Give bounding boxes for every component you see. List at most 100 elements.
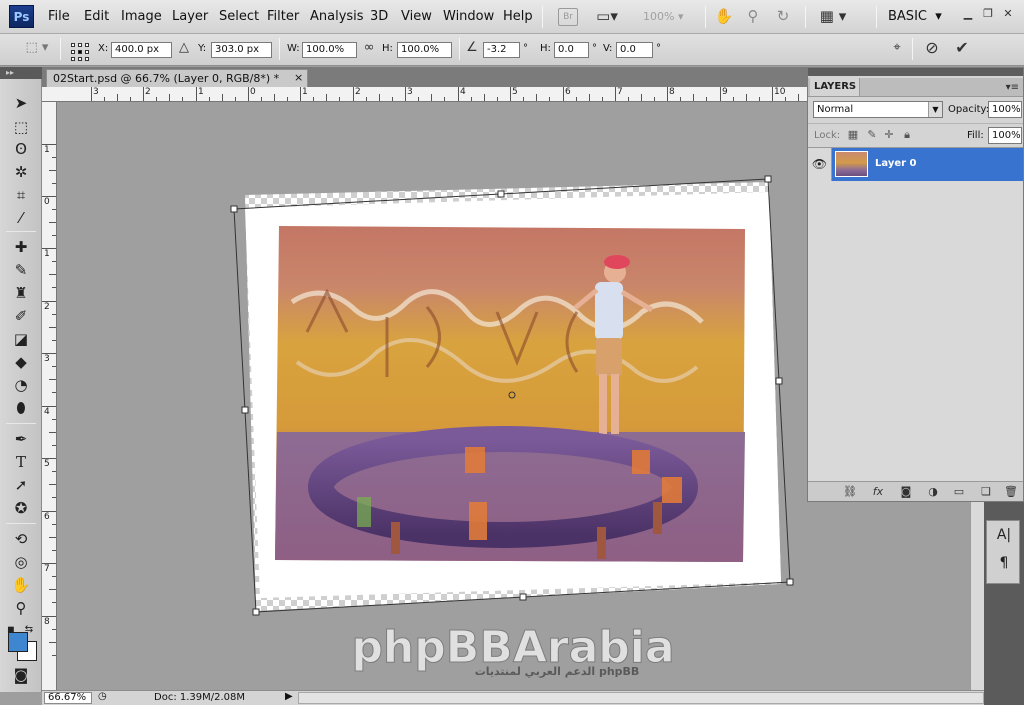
menu-select[interactable]: Select: [219, 9, 259, 24]
3d-rotate-tool-icon[interactable]: ⟲: [8, 529, 34, 549]
paragraph-icon[interactable]: ¶: [995, 555, 1013, 575]
x-field[interactable]: 400.0 px: [111, 42, 172, 58]
pen-tool-icon[interactable]: ✒: [8, 429, 34, 449]
horizontal-scrollbar[interactable]: [298, 692, 984, 704]
layers-tab[interactable]: LAYERS: [810, 78, 860, 96]
opacity-field[interactable]: 100%: [988, 101, 1022, 118]
blend-mode-select[interactable]: Normal ▼: [813, 101, 943, 118]
clone-stamp-tool-icon[interactable]: ♜: [8, 283, 34, 303]
hand-icon[interactable]: ✋: [713, 7, 735, 27]
menu-file[interactable]: File: [48, 9, 70, 24]
type-tool-icon[interactable]: T: [8, 452, 34, 472]
lasso-tool-icon[interactable]: ʘ: [8, 139, 34, 159]
y-field[interactable]: 303.0 px: [211, 42, 272, 58]
minimize-icon[interactable]: ▁: [960, 6, 976, 22]
cancel-transform-icon[interactable]: ⊘: [922, 38, 942, 57]
layer-thumbnail[interactable]: [835, 151, 868, 177]
warp-mode-icon[interactable]: ⌖: [888, 40, 906, 55]
restore-icon[interactable]: ❐: [980, 6, 996, 22]
lock-image-icon[interactable]: ✎: [865, 128, 879, 142]
adjustment-layer-icon[interactable]: ◑: [925, 485, 941, 499]
horizontal-ruler[interactable]: 3 2 1 0 1 2 3 4 5 6 7 8 9 10: [42, 87, 807, 102]
layer-name[interactable]: Layer 0: [875, 158, 916, 169]
menu-help[interactable]: Help: [503, 9, 533, 24]
menu-filter[interactable]: Filter: [267, 9, 299, 24]
rotation-field[interactable]: -3.2: [483, 42, 520, 58]
vertical-scrollbar[interactable]: [970, 502, 984, 690]
menu-analysis[interactable]: Analysis: [310, 9, 364, 24]
zoom-tool-icon[interactable]: ⚲: [8, 598, 34, 618]
hand-tool-icon[interactable]: ✋: [8, 575, 34, 595]
transform-handle-top-left[interactable]: [230, 205, 238, 213]
screen-mode-icon[interactable]: ▭▾: [593, 7, 621, 27]
visibility-eye-icon[interactable]: 👁︎: [808, 148, 832, 181]
character-icon[interactable]: A|: [995, 527, 1013, 547]
relative-position-icon[interactable]: △: [177, 40, 191, 55]
history-brush-tool-icon[interactable]: ✐: [8, 306, 34, 326]
status-menu-icon[interactable]: ◷: [98, 691, 107, 702]
menu-layer[interactable]: Layer: [172, 9, 208, 24]
lock-all-icon[interactable]: 🔒︎: [900, 128, 914, 142]
paint-bucket-tool-icon[interactable]: ◆: [8, 352, 34, 372]
vertical-skew-field[interactable]: 0.0: [616, 42, 653, 58]
new-group-icon[interactable]: ▭: [951, 485, 967, 499]
zoom-icon[interactable]: ⚲: [742, 7, 764, 27]
transform-handle-top[interactable]: [497, 190, 505, 198]
eraser-tool-icon[interactable]: ◪: [8, 329, 34, 349]
menu-window[interactable]: Window: [443, 9, 494, 24]
menu-image[interactable]: Image: [121, 9, 162, 24]
close-tab-icon[interactable]: ×: [294, 71, 303, 84]
layer-row[interactable]: 👁︎ Layer 0: [808, 148, 1023, 181]
reference-point-icon[interactable]: [70, 42, 89, 61]
lock-transparent-icon[interactable]: ▦: [846, 128, 860, 142]
panel-grip[interactable]: [808, 68, 1023, 76]
link-icon[interactable]: ∞: [362, 40, 376, 55]
status-arrow-icon[interactable]: ▶: [285, 691, 293, 702]
transform-handle-bottom[interactable]: [519, 593, 527, 601]
panel-menu-icon[interactable]: ▾≡: [1006, 82, 1019, 93]
vertical-ruler[interactable]: 1 0 1 2 3 4 5 6 7 8: [42, 102, 57, 690]
menu-3d[interactable]: 3D: [370, 9, 388, 24]
crop-tool-icon[interactable]: ⌗: [8, 185, 34, 205]
close-window-icon[interactable]: ✕: [1000, 6, 1016, 22]
magic-wand-tool-icon[interactable]: ✲: [8, 162, 34, 182]
marquee-tool-icon[interactable]: ⬚: [8, 117, 34, 137]
new-layer-icon[interactable]: ❏: [978, 485, 994, 499]
delete-layer-icon[interactable]: 🗑︎: [1003, 485, 1019, 499]
zoom-level-combo[interactable]: 100% ▾: [643, 10, 683, 23]
move-tool-icon[interactable]: ➤: [8, 93, 34, 113]
transform-handle-right[interactable]: [775, 377, 783, 385]
horizontal-skew-field[interactable]: 0.0: [554, 42, 589, 58]
link-layers-icon[interactable]: ⛓: [842, 485, 858, 499]
shape-tool-icon[interactable]: ✪: [8, 498, 34, 518]
workspace-switcher[interactable]: BASIC ▾: [888, 9, 942, 24]
healing-brush-tool-icon[interactable]: ✚: [8, 237, 34, 257]
foreground-color-swatch[interactable]: [8, 632, 28, 652]
dodge-tool-icon[interactable]: ◔: [8, 375, 34, 395]
path-selection-tool-icon[interactable]: ➚: [8, 475, 34, 495]
commit-transform-icon[interactable]: ✔: [952, 38, 972, 57]
height-field[interactable]: 100.0%: [397, 42, 452, 58]
add-mask-icon[interactable]: ◙: [898, 485, 914, 499]
panel-collapse-grip[interactable]: ▸▸: [0, 67, 42, 79]
quick-mask-icon[interactable]: ◙: [8, 665, 34, 685]
bridge-icon[interactable]: Br: [558, 8, 578, 26]
transform-handle-bottom-left[interactable]: [252, 608, 260, 616]
rotate-view-icon[interactable]: ↻: [772, 7, 794, 27]
transform-handle-top-right[interactable]: [764, 175, 772, 183]
fill-field[interactable]: 100%: [988, 127, 1022, 144]
tool-preset-icon[interactable]: ⬚ ▾: [22, 40, 52, 55]
sponge-tool-icon[interactable]: ⬮: [8, 398, 34, 418]
3d-orbit-tool-icon[interactable]: ◎: [8, 552, 34, 572]
menu-edit[interactable]: Edit: [84, 9, 109, 24]
zoom-percent-field[interactable]: 66.67%: [44, 692, 92, 704]
brush-tool-icon[interactable]: ✎: [8, 260, 34, 280]
lock-position-icon[interactable]: ✛: [882, 128, 896, 142]
document-tab[interactable]: 02Start.psd @ 66.7% (Layer 0, RGB/8*) * …: [46, 69, 308, 87]
transform-handle-bottom-right[interactable]: [786, 578, 794, 586]
menu-view[interactable]: View: [401, 9, 432, 24]
eyedropper-tool-icon[interactable]: ⁄: [8, 208, 34, 228]
transform-handle-left[interactable]: [241, 406, 249, 414]
width-field[interactable]: 100.0%: [302, 42, 357, 58]
layer-style-icon[interactable]: fx: [870, 485, 886, 499]
